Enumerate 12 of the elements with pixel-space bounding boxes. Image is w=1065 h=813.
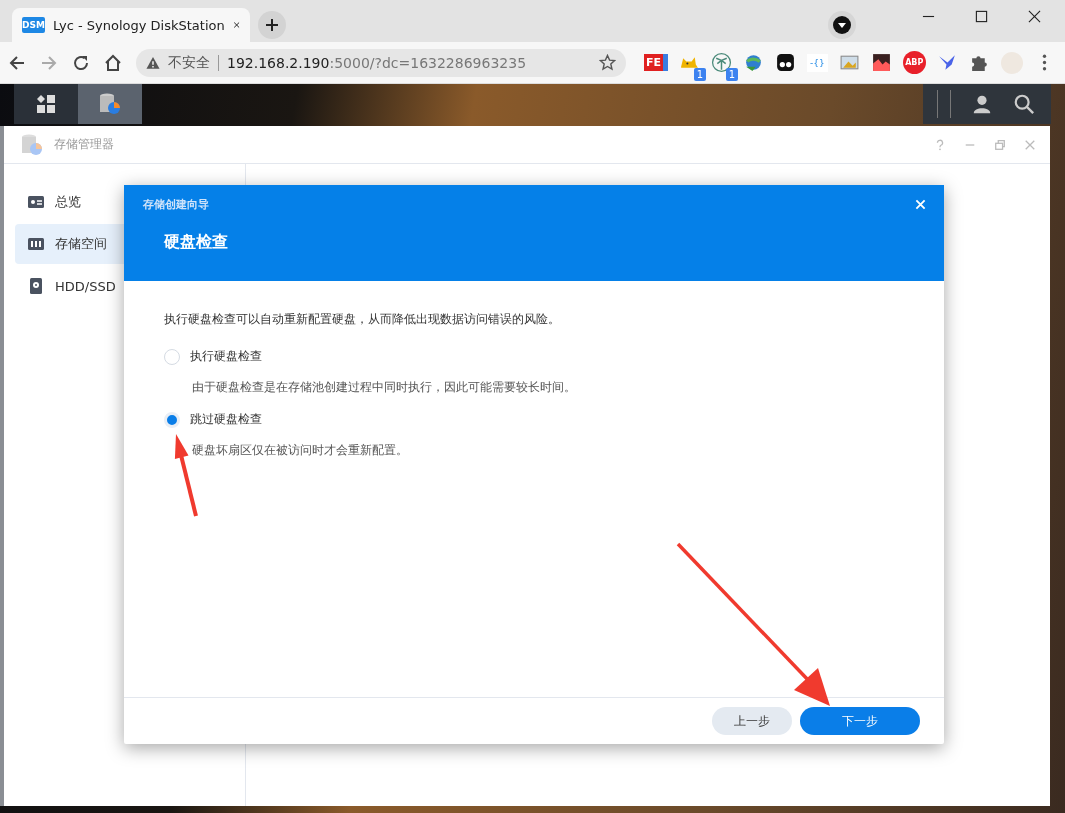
option-description: 由于硬盘检查是在存储池创建过程中同时执行，因此可能需要较长时间。 (192, 379, 577, 396)
intro-text: 执行硬盘检查可以自动重新配置硬盘，从而降低出现数据访问错误的风险。 (164, 311, 561, 328)
dialog-title: 存储创建向导 (143, 196, 209, 212)
notification-badge: 1 (725, 68, 739, 81)
tab-title: Lyc - Synology DiskStation (52, 17, 225, 33)
step-heading: 硬盘检查 (164, 232, 229, 253)
url-text: 192.168.2.190:5000/?dc=1632286963235 (227, 54, 527, 71)
window-title: 存储管理器 (54, 136, 114, 153)
option-description: 硬盘坏扇区仅在被访问时才会重新配置。 (192, 442, 409, 459)
security-label: 不安全 (168, 53, 210, 72)
notification-badge: 1 (693, 68, 707, 81)
site-favicon: DSM (22, 17, 45, 33)
